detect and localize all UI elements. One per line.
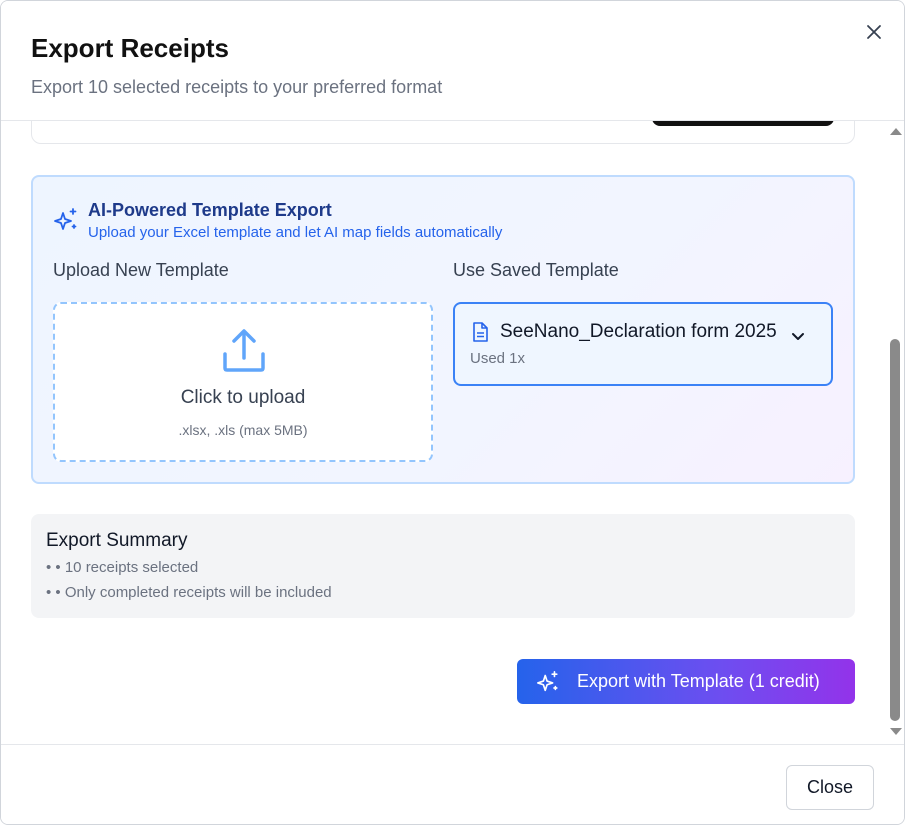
- upload-hint: .xlsx, .xls (max 5MB): [178, 422, 308, 438]
- dialog-footer: Close: [1, 744, 904, 824]
- sparkles-icon: [536, 670, 560, 694]
- scrollbar[interactable]: [885, 121, 904, 744]
- chevron-down-icon: [789, 327, 807, 345]
- summary-item: • • Only completed receipts will be incl…: [46, 584, 332, 601]
- scroll-up-arrow-icon[interactable]: [890, 128, 902, 135]
- scrollbar-thumb[interactable]: [890, 339, 900, 721]
- file-icon: [471, 322, 489, 342]
- export-summary: Export Summary • • 10 receipts selected …: [31, 514, 855, 618]
- upload-column-label: Upload New Template: [53, 260, 229, 280]
- previous-section-card: [31, 121, 855, 144]
- scroll-down-arrow-icon[interactable]: [890, 728, 902, 735]
- close-icon[interactable]: [863, 21, 885, 43]
- sparkles-icon: [53, 207, 79, 233]
- ai-template-card: AI-Powered Template Export Upload your E…: [31, 175, 855, 484]
- dialog-subtitle: Export 10 selected receipts to your pref…: [31, 77, 443, 97]
- close-button[interactable]: Close: [786, 765, 874, 810]
- ai-template-subtitle: Upload your Excel template and let AI ma…: [88, 224, 503, 241]
- saved-column-label: Use Saved Template: [453, 260, 619, 280]
- upload-template-dropzone[interactable]: Click to upload .xlsx, .xls (max 5MB): [53, 302, 433, 462]
- export-with-template-button[interactable]: Export with Template (1 credit): [517, 659, 855, 704]
- upload-label: Click to upload: [180, 387, 306, 408]
- saved-template-name: SeeNano_Declaration form 2025: [500, 321, 777, 342]
- ai-template-title: AI-Powered Template Export: [88, 200, 332, 220]
- previous-section-button[interactable]: [652, 121, 834, 126]
- dialog-body: AI-Powered Template Export Upload your E…: [1, 121, 904, 744]
- summary-item: • • 10 receipts selected: [46, 559, 199, 576]
- export-button-label: Export with Template (1 credit): [577, 671, 820, 691]
- upload-icon: [221, 328, 267, 374]
- saved-template-usage: Used 1x: [470, 350, 526, 367]
- dialog-header: Export Receipts Export 10 selected recei…: [1, 1, 904, 121]
- export-receipts-dialog: Export Receipts Export 10 selected recei…: [0, 0, 905, 825]
- saved-template-select[interactable]: SeeNano_Declaration form 2025 Used 1x: [453, 302, 833, 386]
- summary-title: Export Summary: [46, 530, 188, 551]
- dialog-title: Export Receipts: [31, 33, 229, 63]
